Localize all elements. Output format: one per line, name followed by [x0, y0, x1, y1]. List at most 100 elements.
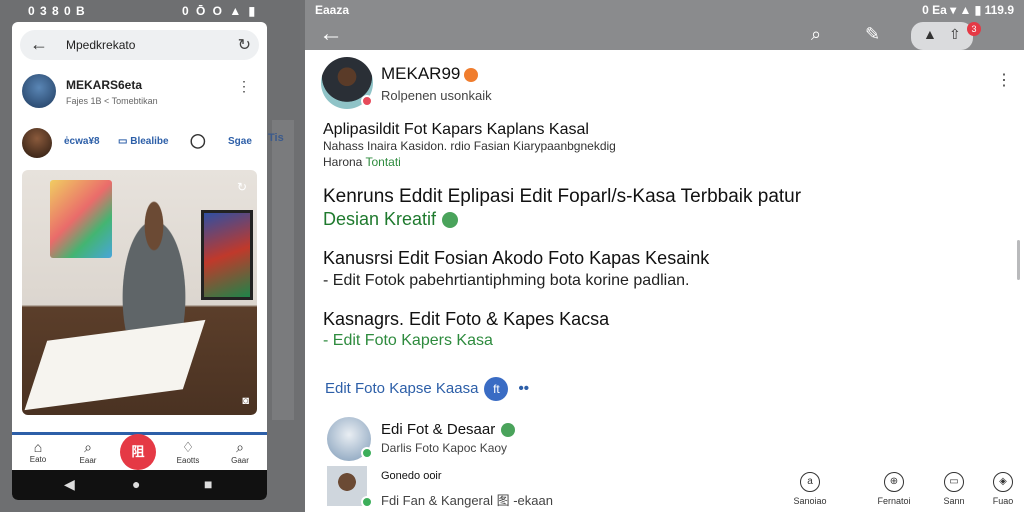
toolbar-pill[interactable]: ▲ ⇧ — [911, 22, 973, 50]
edit-photo-link[interactable]: Edit Foto Kapse Kaasa ft •• — [325, 377, 529, 401]
profile-name: MEKARS6eta — [66, 78, 143, 92]
camera-icon[interactable]: ◙ — [242, 395, 249, 407]
profile-name-text: MEKAR99 — [381, 64, 461, 83]
post-text-1: Nahass Inaira Kasidon. rdio Fasian Kiary… — [323, 139, 616, 153]
profile-subtitle: Rolpenen usonkaik — [381, 88, 492, 103]
more-options-icon[interactable]: ⋮ — [996, 70, 1012, 90]
strip-label: Tis — [268, 132, 284, 144]
search-bar[interactable]: ← Mpedkrekato ↻ — [20, 30, 259, 60]
avatar[interactable] — [321, 57, 373, 109]
status-dot — [361, 95, 373, 107]
system-recents-icon[interactable]: ■ — [204, 476, 212, 492]
post-photo[interactable]: ↻ ◙ — [22, 170, 257, 415]
nav-label-notifications: Eaotts — [176, 456, 200, 465]
comment-icon[interactable]: ◯ — [190, 132, 206, 149]
app-icon: ft — [484, 377, 509, 401]
screen: 0 3 8 0 B 0 Ō O ▲ ▮ ← Mpedkrekato ↻ MEKA… — [0, 0, 1024, 512]
back-arrow-icon[interactable]: ← — [30, 34, 48, 55]
user-avatar[interactable] — [22, 128, 52, 158]
avatar[interactable] — [22, 74, 56, 108]
bottom-action-3[interactable]: ▭ Sann — [929, 472, 979, 506]
more-dots-icon[interactable]: •• — [518, 380, 529, 397]
search-icon[interactable]: ⌕ — [811, 24, 821, 45]
nav-item-notifications[interactable]: ♢ Eaotts — [168, 439, 208, 465]
verified-badge-icon — [464, 67, 479, 82]
system-nav-bar: ◀ ● ■ — [12, 470, 267, 500]
nav-item-search[interactable]: ⌕ Eaar — [68, 439, 108, 465]
left-status-time: 0 3 8 0 B — [28, 4, 86, 18]
tent-icon: ▲ — [923, 26, 937, 42]
bottom-action-4[interactable]: ◈ Fuao — [978, 472, 1024, 506]
right-panel: Eaaza 0 Ea ▾ ▲ ▮ 119.9 ← ⌕ ✎ ▲ ⇧ 3 ⋮ MEK… — [305, 0, 1024, 512]
system-back-icon[interactable]: ◀ — [64, 476, 75, 493]
list-item-subtitle: Darlis Foto Kapoc Kaoy — [381, 441, 508, 455]
list-item[interactable]: Gonedo ooir Fdi Fan & Kangeral 图 -ekaan — [327, 466, 727, 510]
bottom-action-1[interactable]: a Sanoiao — [785, 472, 835, 506]
top-toolbar: ← ⌕ ✎ ▲ ⇧ 3 — [305, 20, 1024, 50]
home-icon: ⌂ — [33, 439, 43, 455]
person-drawing — [114, 200, 194, 330]
verified-icon — [501, 423, 516, 438]
check-icon — [361, 496, 373, 508]
edit-photo-link-label: Edit Foto Kapse Kaasa — [325, 379, 479, 397]
circle-a-icon: a — [800, 472, 820, 492]
leaf-icon — [442, 212, 459, 229]
magnify-icon: ⌕ — [236, 439, 244, 455]
bottom-action-3-label: Sann — [943, 496, 965, 506]
bottom-action-4-label: Fuao — [992, 496, 1014, 506]
bottom-actions: a Sanoiao ⊕ Fernatoi ▭ Sann ◈ Fuao — [785, 470, 1024, 512]
left-status-bar: 0 3 8 0 B 0 Ō O ▲ ▮ — [0, 0, 300, 22]
nav-label-home: Eato — [29, 455, 47, 464]
post-text-1b-link[interactable]: Tontati — [365, 155, 400, 169]
left-background-strip: Tis — [268, 120, 294, 420]
post-text-1b: Harona Tontati — [323, 155, 401, 169]
profile-header[interactable]: MEKARS6eta Fajes 1B < Tomebtikan ⋮ — [22, 74, 257, 114]
nav-label-profile: Gaar — [231, 456, 249, 465]
back-arrow-icon[interactable]: ← — [319, 20, 343, 48]
edit-icon[interactable]: ✎ — [865, 24, 880, 45]
nav-label-search: Eaar — [79, 456, 97, 465]
bell-icon: ♢ — [181, 439, 195, 455]
chat-icon: ▭ — [944, 472, 964, 492]
section-heading-4: Kasnagrs. Edit Foto & Kapes Kacsa — [323, 309, 610, 329]
list-item[interactable]: Edi Fot & Desaar Darlis Foto Kapoc Kaoy — [327, 417, 727, 461]
scrollbar[interactable] — [1017, 240, 1020, 280]
location-icon: ◈ — [993, 472, 1013, 492]
refresh-icon[interactable]: ↻ — [238, 35, 251, 55]
section-tagline-2-text: Desian Kreatif — [323, 209, 437, 229]
action-button-3[interactable]: Sgae — [228, 136, 252, 147]
share-icon: ⇧ — [949, 26, 961, 42]
list-item-title: Edi Fot & Desaar — [381, 421, 516, 438]
section-heading-3: Kanusrsi Edit Fosian Akodo Foto Kapas Ke… — [323, 248, 710, 268]
phone-screen: ← Mpedkrekato ↻ MEKARS6eta Fajes 1B < To… — [12, 22, 267, 500]
list-item-subtitle: Fdi Fan & Kangeral 图 -ekaan — [381, 493, 553, 508]
painting-right — [201, 210, 253, 300]
bottom-action-1-label: Sanoiao — [793, 496, 827, 506]
post-title-1: Aplipasildit Fot Kapars Kaplans Kasal — [323, 121, 589, 138]
bottom-action-2-label: Fernatoi — [877, 496, 911, 506]
section-tagline-2: Desian Kreatif — [323, 209, 459, 230]
more-options-icon[interactable]: ⋮ — [237, 78, 251, 95]
nav-item-profile[interactable]: ⌕ Gaar — [220, 439, 260, 465]
create-post-button[interactable]: 阻 — [120, 434, 156, 470]
section-text-3: - Edit Fotok pabehrtiantiphming bota kor… — [323, 272, 690, 289]
notification-badge: 3 — [967, 22, 981, 36]
action-row: ėcwa¥8 ▭ Blealibe ◯ Sgae — [22, 128, 257, 158]
profile-name: MEKAR99 — [381, 64, 479, 84]
system-home-icon[interactable]: ● — [132, 476, 140, 492]
target-icon: ⊕ — [884, 472, 904, 492]
search-query[interactable]: Mpedkrekato — [66, 38, 135, 52]
section-heading-2: Kenruns Eddit Eplipasi Edit Foparl/s-Kas… — [323, 186, 802, 207]
search-icon: ⌕ — [84, 439, 92, 455]
nav-item-home[interactable]: ⌂ Eato — [18, 439, 58, 464]
right-status-bar: Eaaza 0 Ea ▾ ▲ ▮ 119.9 — [305, 0, 1024, 20]
right-status-left: Eaaza — [315, 3, 350, 17]
bottom-action-2[interactable]: ⊕ Fernatoi — [869, 472, 919, 506]
section-text-4: - Edit Foto Kapers Kasa — [323, 332, 493, 349]
right-status-right: 0 Ea ▾ ▲ ▮ 119.9 — [922, 3, 1014, 17]
list-item-title-text: Edi Fot & Desaar — [381, 421, 496, 438]
rotate-icon[interactable]: ↻ — [237, 180, 247, 194]
action-button-2[interactable]: ▭ Blealibe — [118, 136, 169, 147]
action-button-1[interactable]: ėcwa¥8 — [64, 136, 100, 147]
list-item-title: Gonedo ooir — [381, 470, 442, 482]
